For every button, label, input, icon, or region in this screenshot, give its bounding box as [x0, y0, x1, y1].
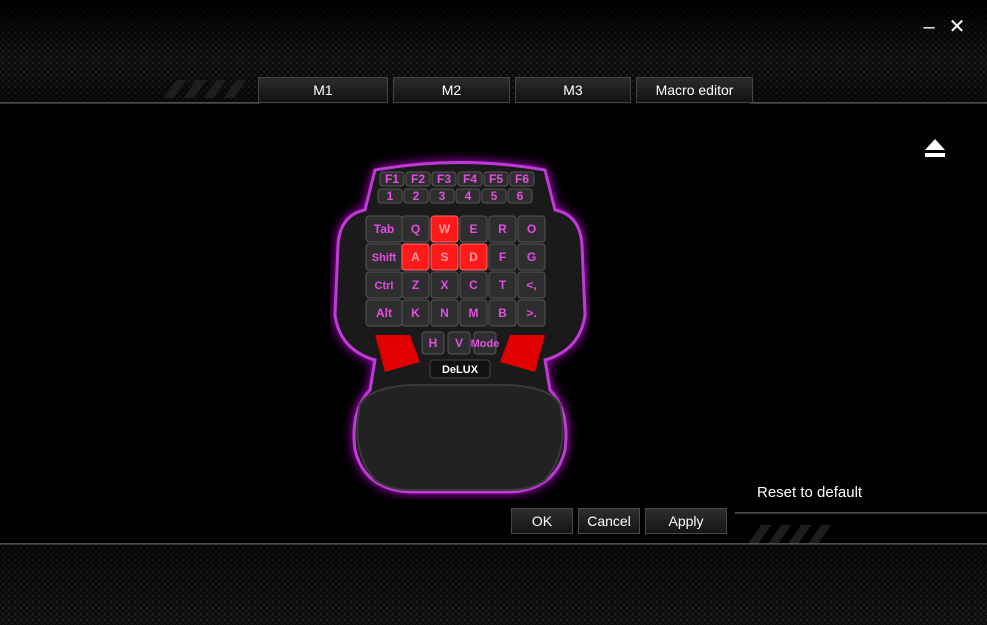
- key-f4: F4: [463, 172, 477, 186]
- key-e: E: [469, 222, 477, 236]
- key-5: 5: [491, 189, 498, 203]
- key-: <,: [526, 278, 536, 292]
- key-k: K: [411, 306, 420, 320]
- ok-button[interactable]: OK: [511, 508, 573, 534]
- key-alt: Alt: [376, 306, 392, 320]
- key-6: 6: [517, 189, 524, 203]
- key-4: 4: [465, 189, 472, 203]
- decor-slash: [748, 525, 772, 543]
- key-1: 1: [387, 189, 394, 203]
- key-q: Q: [411, 222, 420, 236]
- key-h: H: [429, 336, 438, 350]
- bottom-divider-right: [735, 512, 987, 514]
- apply-button[interactable]: Apply: [645, 508, 727, 534]
- key-r: R: [498, 222, 507, 236]
- key-a: A: [411, 250, 420, 264]
- key-ctrl: Ctrl: [375, 280, 394, 292]
- key-x: X: [440, 278, 448, 292]
- key-c: C: [469, 278, 478, 292]
- key-f: F: [499, 250, 506, 264]
- palm-rest: [356, 384, 564, 491]
- decor-slash: [768, 525, 792, 543]
- key-t: T: [499, 278, 507, 292]
- key-o: O: [527, 222, 536, 236]
- bottom-bar-shade: [0, 545, 987, 625]
- key-n: N: [440, 306, 449, 320]
- keypad-image: DeLUX F1 F2 F3 F4 F5 F6 1 2 3 4 5 6 Tab Q W E R O Shift A S D…: [333, 161, 587, 494]
- tab-m2[interactable]: M2: [393, 77, 510, 103]
- key-d: D: [469, 250, 478, 264]
- key-g: G: [527, 250, 536, 264]
- key-w: W: [439, 222, 451, 236]
- key-f3: F3: [437, 172, 451, 186]
- key-m: M: [469, 306, 479, 320]
- top-divider-right: [750, 102, 987, 104]
- key-f1: F1: [385, 172, 399, 186]
- key-shift: Shift: [372, 252, 397, 264]
- key-f2: F2: [411, 172, 425, 186]
- minimize-button[interactable]: –: [918, 16, 940, 38]
- key-b: B: [498, 306, 507, 320]
- eject-icon[interactable]: [924, 138, 946, 158]
- key-mode: Mode: [471, 338, 500, 350]
- key-2: 2: [413, 189, 420, 203]
- key-v: V: [455, 336, 463, 350]
- key-f5: F5: [489, 172, 503, 186]
- brand-logo: DeLUX: [442, 364, 479, 376]
- reset-to-default-link[interactable]: Reset to default: [757, 484, 862, 501]
- tab-m3[interactable]: M3: [515, 77, 631, 103]
- cancel-button[interactable]: Cancel: [578, 508, 640, 534]
- top-divider-left: [0, 102, 260, 104]
- tab-macro-editor[interactable]: Macro editor: [636, 77, 753, 103]
- close-button[interactable]: ✕: [946, 16, 968, 38]
- key-3: 3: [439, 189, 446, 203]
- key-z: Z: [412, 278, 419, 292]
- key-: >.: [526, 306, 536, 320]
- decor-slash: [788, 525, 812, 543]
- key-s: S: [440, 250, 448, 264]
- decor-slash: [808, 525, 832, 543]
- tab-m1[interactable]: M1: [258, 77, 388, 103]
- key-f6: F6: [515, 172, 529, 186]
- key-tab: Tab: [374, 222, 394, 236]
